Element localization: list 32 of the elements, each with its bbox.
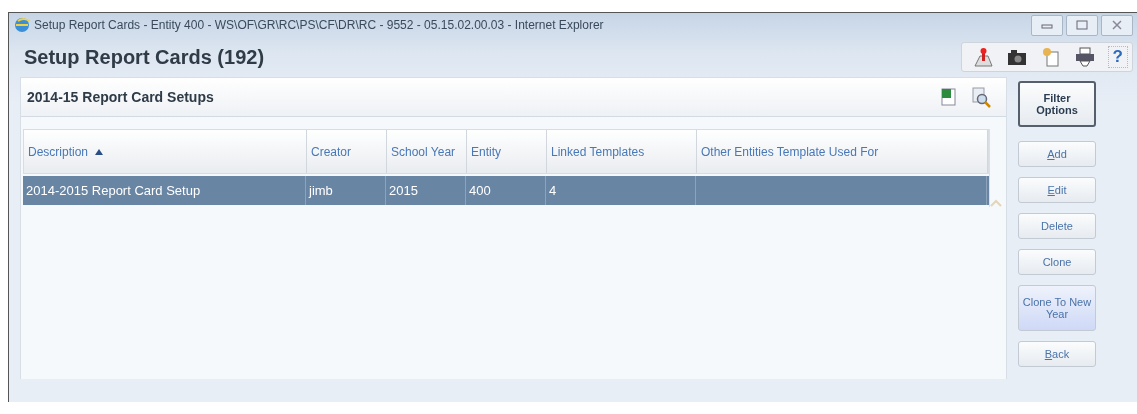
magnifier-icon[interactable] [970,86,992,108]
action-button[interactable]: Clone To New Year [1018,285,1096,331]
help-button[interactable]: ? [1107,46,1128,68]
action-button[interactable]: Edit [1018,177,1096,203]
action-button[interactable]: Filter Options [1018,81,1096,127]
spreadsheet-icon[interactable] [940,87,958,107]
maximize-icon [1076,20,1088,30]
table-cell: 2015 [389,183,418,198]
pin-icon[interactable] [971,46,994,68]
action-button[interactable]: Clone [1018,249,1096,275]
column-header[interactable]: Linked Templates [547,130,697,173]
action-button[interactable]: Delete [1018,213,1096,239]
column-header[interactable]: Entity [467,130,547,173]
panel-title: 2014-15 Report Card Setups [27,89,215,105]
column-header[interactable]: School Year [387,130,467,173]
browser-logo-icon [13,16,31,34]
table-cell: 2014-2015 Report Card Setup [26,183,201,198]
window-title: Setup Report Cards - Entity 400 - WS\OF\GR\RC\PS\CF\DR\RC - 9552 - 05.15.02.00.03 - Internet Explorer [34,18,605,32]
minimize-icon [1041,21,1053,29]
table-cell: 400 [469,183,491,198]
column-header[interactable]: Creator [307,130,387,173]
print-icon[interactable] [1073,46,1096,68]
table-cell: 4 [549,183,557,198]
column-header[interactable]: Description [24,130,307,173]
page-title: Setup Report Cards (192) [24,45,266,69]
table-row[interactable]: 2014-2015 Report Card Setup jimb 2015 400 4 [23,176,989,205]
close-button[interactable] [1101,14,1133,36]
column-header[interactable]: Other Entities Template Used For [697,130,988,173]
table-cell: jimb [309,183,333,198]
action-button[interactable]: Add [1018,141,1096,167]
close-icon [1111,20,1123,30]
action-button[interactable]: Back [1018,341,1096,367]
